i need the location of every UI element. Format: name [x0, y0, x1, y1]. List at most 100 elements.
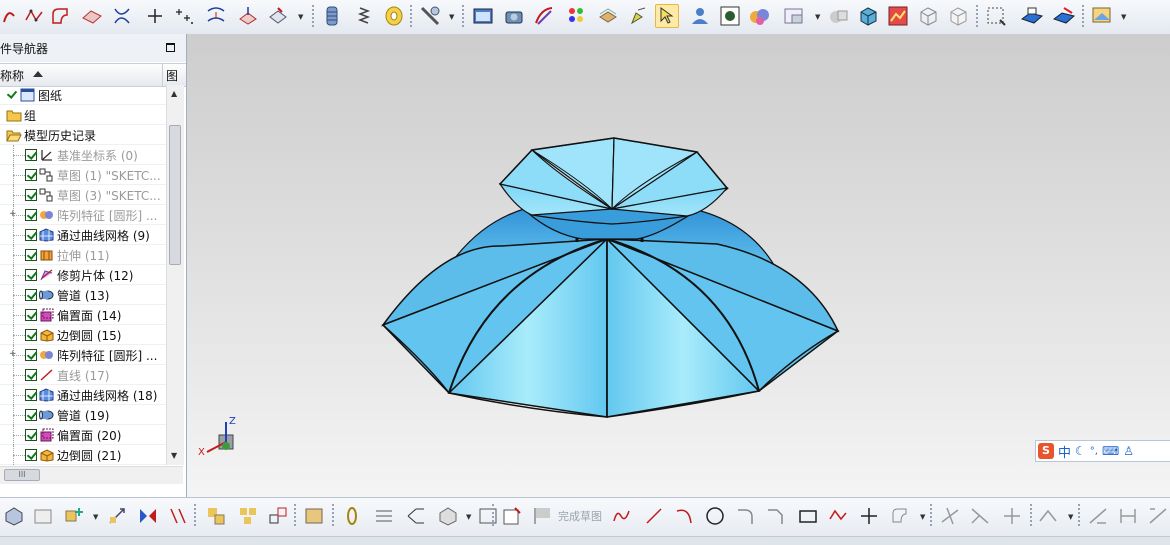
tree-node[interactable]: 组 [0, 105, 166, 125]
dropdown-arrow-icon[interactable]: ▼ [298, 14, 304, 21]
dropdown-arrow-icon[interactable]: ▼ [1068, 514, 1074, 521]
shaded-sphere-icon[interactable] [826, 4, 850, 28]
tree-node[interactable]: 偏置面 (14) [0, 305, 166, 325]
umbrella-model[interactable] [187, 34, 1170, 497]
part-icon[interactable] [2, 504, 26, 528]
column-divider[interactable] [162, 64, 163, 86]
skin-icon[interactable]: ♙ [1123, 444, 1134, 458]
tree-node[interactable]: 草图 (1) "SKETC... [0, 165, 166, 185]
image-texture-icon[interactable] [886, 4, 910, 28]
dropdown-arrow-icon[interactable]: ▼ [449, 14, 455, 21]
add-component-icon[interactable] [62, 504, 86, 528]
circle-icon[interactable] [703, 504, 727, 528]
shaded-cube-icon[interactable] [856, 4, 880, 28]
tree-node[interactable]: 管道 (13) [0, 285, 166, 305]
view-orient-icon[interactable] [1020, 4, 1044, 28]
arc-tool-icon[interactable] [0, 4, 24, 28]
layout-icon[interactable] [31, 504, 55, 528]
finish-sketch-flag-icon[interactable] [530, 504, 554, 528]
tree-node[interactable]: 直线 (17) [0, 365, 166, 385]
coil-icon[interactable] [382, 4, 406, 28]
dropdown-arrow-icon[interactable]: ▼ [93, 514, 99, 521]
tree-node[interactable]: 偏置面 (20) [0, 425, 166, 445]
drawing-icon[interactable] [302, 504, 326, 528]
tree-node[interactable]: 通过曲线网格 (18) [0, 385, 166, 405]
visibility-checkbox[interactable] [6, 89, 18, 101]
tree-node[interactable]: 基准坐标系 (0) [0, 145, 166, 165]
visibility-checkbox[interactable] [25, 249, 37, 261]
make-corner-icon[interactable] [1000, 504, 1024, 528]
chamfer-icon[interactable] [764, 504, 788, 528]
drafting-icon[interactable] [1090, 4, 1114, 28]
view-triad[interactable]: Z X [198, 416, 249, 468]
tree-node[interactable]: 边倒圆 (15) [0, 325, 166, 345]
ime-logo-icon[interactable]: S [1038, 443, 1054, 459]
visibility-checkbox[interactable] [25, 449, 37, 461]
maximize-icon[interactable] [166, 43, 175, 52]
visibility-checkbox[interactable] [25, 229, 37, 241]
visibility-checkbox[interactable] [25, 429, 37, 441]
visibility-checkbox[interactable] [25, 349, 37, 361]
edit-object-display-icon[interactable] [532, 4, 556, 28]
visibility-checkbox[interactable] [25, 309, 37, 321]
finish-sketch-label[interactable]: 完成草图 [558, 508, 602, 524]
tree-node[interactable]: 图纸 [0, 85, 166, 105]
wireframe-cube-icon[interactable] [916, 4, 940, 28]
profile-icon[interactable] [610, 504, 634, 528]
punctuation-icon[interactable]: °, [1090, 446, 1098, 457]
visibility-checkbox[interactable] [25, 269, 37, 281]
offset-surface-icon[interactable] [80, 4, 104, 28]
ime-toolbar[interactable]: S 中 ☾ °, ⌨ ♙ [1035, 440, 1170, 462]
dropdown-arrow-icon[interactable]: ▼ [466, 514, 472, 521]
tree-node[interactable]: 拉伸 (11) [0, 245, 166, 265]
visibility-checkbox[interactable] [25, 209, 37, 221]
camera-icon[interactable] [502, 4, 526, 28]
arc-icon[interactable] [672, 504, 696, 528]
assembly-tool-icon[interactable] [418, 4, 442, 28]
sort-ascending-icon[interactable] [33, 71, 43, 77]
visibility-checkbox[interactable] [25, 329, 37, 341]
constraint-chain-icon[interactable] [340, 504, 364, 528]
geometric-constraint-icon[interactable] [1086, 504, 1110, 528]
spring-icon[interactable] [352, 4, 376, 28]
exploded-view-icon[interactable] [266, 504, 290, 528]
render-window-icon[interactable] [782, 4, 806, 28]
vertical-scrollbar[interactable]: ▲ ▼ [166, 85, 184, 465]
auto-constrain-icon[interactable] [1146, 504, 1170, 528]
dropdown-arrow-icon[interactable]: ▼ [920, 514, 926, 521]
material-spheres-icon[interactable] [748, 4, 772, 28]
offset-curve-icon[interactable] [888, 504, 912, 528]
point-set-icon[interactable] [172, 4, 196, 28]
visibility-checkbox[interactable] [25, 389, 37, 401]
visibility-checkbox[interactable] [25, 189, 37, 201]
sketch-point-icon[interactable] [857, 504, 881, 528]
point-icon[interactable] [143, 4, 167, 28]
extract-geometry-icon[interactable] [266, 4, 290, 28]
color-palette-icon[interactable] [565, 4, 589, 28]
visibility-checkbox[interactable] [25, 149, 37, 161]
sketch-icon[interactable] [500, 504, 524, 528]
display-constraints-icon[interactable] [1116, 504, 1140, 528]
visibility-checkbox[interactable] [25, 169, 37, 181]
project-curve-icon[interactable] [204, 4, 228, 28]
display-window-icon[interactable] [471, 4, 495, 28]
tree-node[interactable]: 修剪片体 (12) [0, 265, 166, 285]
mirror-body-icon[interactable] [236, 4, 260, 28]
sequence-icon[interactable] [476, 504, 500, 528]
rectangle-icon[interactable] [796, 504, 820, 528]
keyboard-icon[interactable]: ⌨ [1102, 444, 1119, 458]
moon-icon[interactable]: ☾ [1075, 444, 1086, 458]
studio-spline-icon[interactable] [22, 4, 46, 28]
scrollbar-thumb[interactable]: III [4, 469, 40, 481]
reference-set-icon[interactable] [404, 504, 428, 528]
scrollbar-thumb[interactable] [169, 125, 181, 265]
tree-node[interactable]: 通过曲线网格 (9) [0, 225, 166, 245]
scroll-down-icon[interactable]: ▼ [171, 451, 177, 460]
quick-trim-icon[interactable] [938, 504, 962, 528]
line-icon[interactable] [642, 504, 666, 528]
expand-icon[interactable]: + [9, 210, 17, 219]
highlight-icon[interactable] [626, 4, 650, 28]
quick-extend-icon[interactable] [968, 504, 992, 528]
fillet-icon[interactable] [734, 504, 758, 528]
dropdown-arrow-icon[interactable]: ▼ [1121, 14, 1127, 21]
